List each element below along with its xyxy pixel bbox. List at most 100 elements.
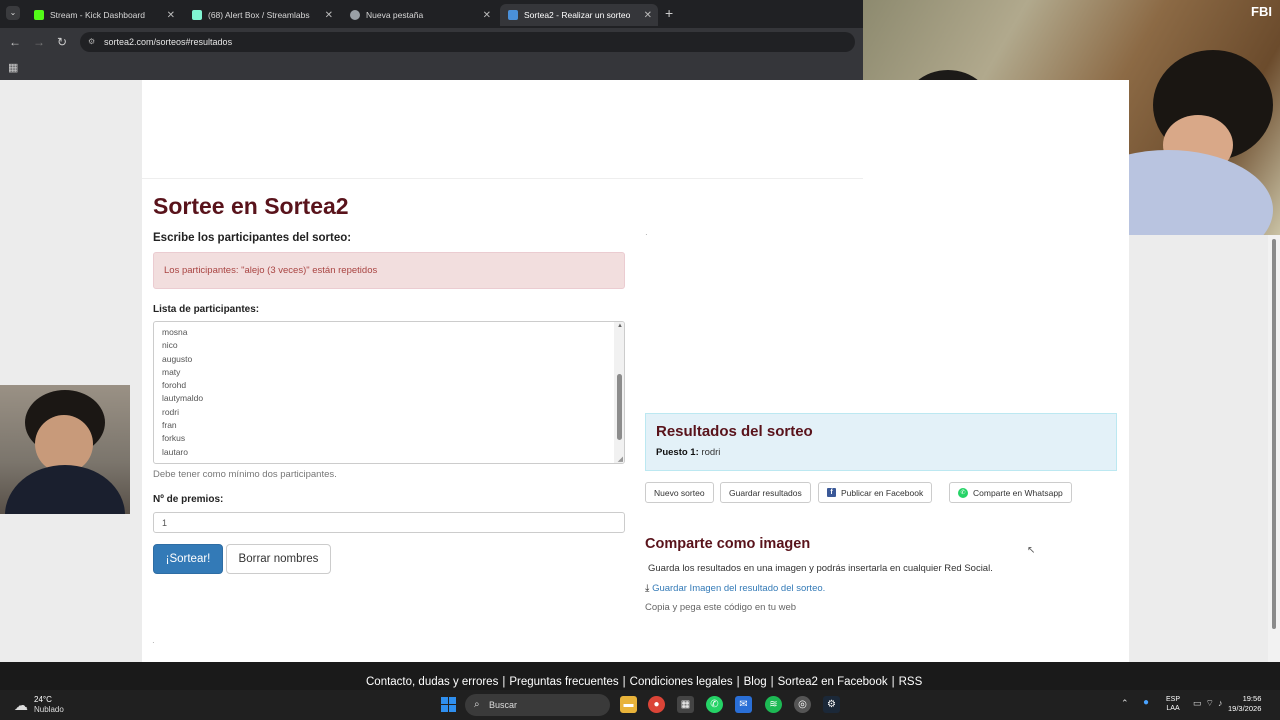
tab-sortea2[interactable]: Sortea2 - Realizar un sorteo ✕ bbox=[500, 4, 658, 26]
site-info-icon[interactable]: ⚙ bbox=[88, 32, 95, 52]
microphone-icon[interactable]: ● bbox=[1143, 697, 1149, 708]
file-explorer-icon[interactable]: ▬ bbox=[620, 696, 637, 713]
apps-icon[interactable]: ▦ bbox=[8, 61, 18, 74]
reload-icon[interactable]: ↻ bbox=[57, 35, 67, 49]
site-footer: Contacto, dudas y errores | Preguntas fre… bbox=[0, 662, 1280, 690]
participants-textarea[interactable]: mosna nico augusto maty forohd lautymald… bbox=[153, 321, 625, 464]
prizes-input[interactable]: 1 bbox=[153, 512, 625, 533]
save-image-link[interactable]: ⤓ Guardar Imagen del resultado del sorte… bbox=[645, 583, 825, 594]
obs-icon[interactable]: ◎ bbox=[794, 696, 811, 713]
close-icon[interactable]: ✕ bbox=[325, 10, 333, 21]
footer-link-faq[interactable]: Preguntas frecuentes bbox=[509, 676, 618, 688]
sortea2-icon bbox=[508, 10, 518, 20]
results-position-1: Puesto 1: rodri bbox=[656, 447, 720, 458]
weather-temperature[interactable]: 24°C bbox=[34, 695, 52, 704]
back-icon[interactable]: ← bbox=[9, 35, 21, 49]
ad-placeholder: · bbox=[152, 638, 155, 647]
tab-kick-dashboard[interactable]: Stream - Kick Dashboard ✕ bbox=[26, 4, 181, 26]
results-title: Resultados del sorteo bbox=[656, 423, 813, 440]
tab-new-tab[interactable]: Nueva pestaña ✕ bbox=[342, 4, 497, 26]
weather-description[interactable]: Nublado bbox=[34, 705, 64, 714]
windows-taskbar: ☁ 24°C Nublado ⌕ Buscar ▬ ● ▦ ✆ ✉ ≋ ◎ ⚙ … bbox=[0, 690, 1280, 720]
search-placeholder: Buscar bbox=[489, 700, 518, 710]
borrar-nombres-button[interactable]: Borrar nombres bbox=[226, 544, 331, 574]
scrollbar-thumb[interactable] bbox=[617, 374, 622, 440]
system-tray-icons[interactable]: ▭⌔♪ bbox=[1193, 698, 1226, 709]
footer-separator: | bbox=[736, 676, 740, 688]
clock-time: 19:56 bbox=[1242, 694, 1262, 703]
close-icon[interactable]: ✕ bbox=[167, 10, 175, 21]
weather-cloud-icon[interactable]: ☁ bbox=[14, 697, 28, 714]
sortear-button[interactable]: ¡Sortear! bbox=[153, 544, 223, 574]
system-clock[interactable]: 19:56 19/3/2026 bbox=[1228, 694, 1261, 714]
taskbar-search[interactable]: ⌕ Buscar bbox=[465, 694, 610, 716]
whatsapp-icon: ✆ bbox=[958, 487, 968, 498]
download-icon: ⤓ bbox=[645, 583, 650, 594]
participant-name: forohd bbox=[162, 380, 187, 391]
person-shirt bbox=[5, 465, 125, 514]
footer-links: Contacto, dudas y errores | Preguntas fre… bbox=[366, 676, 922, 688]
resize-handle-icon[interactable]: ◢ bbox=[618, 455, 623, 463]
nuevo-sorteo-button[interactable]: Nuevo sorteo bbox=[645, 482, 714, 503]
mail-icon[interactable]: ✉ bbox=[735, 696, 752, 713]
footer-link-rss[interactable]: RSS bbox=[899, 676, 923, 688]
participant-name: rodri bbox=[162, 406, 180, 417]
participant-name: nico bbox=[162, 340, 178, 351]
textarea-scrollbar[interactable]: ▲ bbox=[614, 322, 624, 463]
layout-code: LAA bbox=[1166, 705, 1180, 712]
button-label: Guardar resultados bbox=[729, 487, 802, 498]
participant-name: fran bbox=[162, 420, 177, 431]
position-label: Puesto 1: bbox=[656, 447, 699, 458]
participant-name: lautymaldo bbox=[162, 393, 204, 404]
clock-date: 19/3/2026 bbox=[1228, 704, 1262, 713]
keyboard-language[interactable]: ESP LAA bbox=[1166, 695, 1180, 713]
page-scrollbar-thumb[interactable] bbox=[1272, 239, 1276, 629]
tab-label: (68) Alert Box / Streamlabs bbox=[208, 10, 310, 20]
new-tab-icon[interactable]: + bbox=[665, 5, 673, 21]
footer-separator: | bbox=[502, 676, 506, 688]
start-menu-icon[interactable] bbox=[441, 697, 456, 712]
forward-icon[interactable]: → bbox=[33, 35, 45, 49]
close-icon[interactable]: ✕ bbox=[644, 10, 652, 21]
tab-streamlabs[interactable]: (68) Alert Box / Streamlabs ✕ bbox=[184, 4, 339, 26]
calculator-icon[interactable]: ▦ bbox=[677, 696, 694, 713]
share-image-heading: Comparte como imagen bbox=[645, 536, 811, 552]
footer-link-contacto[interactable]: Contacto, dudas y errores bbox=[366, 676, 498, 688]
whatsapp-icon[interactable]: ✆ bbox=[706, 696, 723, 713]
footer-link-legal[interactable]: Condiciones legales bbox=[630, 676, 733, 688]
guardar-resultados-button[interactable]: Guardar resultados bbox=[720, 482, 811, 503]
publicar-facebook-button[interactable]: f Publicar en Facebook bbox=[818, 482, 933, 503]
page-title: Sortee en Sortea2 bbox=[153, 193, 349, 219]
footer-link-facebook[interactable]: Sortea2 en Facebook bbox=[778, 676, 888, 688]
address-bar[interactable]: ⚙ sortea2.com/sorteos#resultados bbox=[80, 32, 855, 52]
participant-name: forkus bbox=[162, 433, 186, 444]
button-label: Comparte en Whatsapp bbox=[973, 487, 1063, 498]
close-icon[interactable]: ✕ bbox=[483, 10, 491, 21]
spotify-icon[interactable]: ≋ bbox=[765, 696, 782, 713]
language-code: ESP bbox=[1166, 696, 1181, 703]
participants-names: mosna nico augusto maty forohd lautymald… bbox=[162, 326, 203, 459]
ad-placeholder: · bbox=[645, 230, 648, 239]
tab-label: Nueva pestaña bbox=[366, 10, 424, 20]
steam-icon[interactable]: ⚙ bbox=[823, 696, 840, 713]
page-scrollbar[interactable] bbox=[1268, 235, 1280, 662]
ad-banner bbox=[142, 80, 863, 179]
participants-help-text: Debe tener como mínimo dos participantes… bbox=[153, 469, 337, 480]
participants-heading: Escribe los participantes del sorteo: bbox=[153, 232, 352, 244]
chrome-icon[interactable]: ● bbox=[648, 696, 665, 713]
participants-list-label: Lista de participantes: bbox=[153, 304, 260, 315]
tray-expand-icon[interactable]: ⌃ bbox=[1121, 698, 1129, 709]
scroll-up-icon[interactable]: ▲ bbox=[617, 323, 623, 329]
bookmarks-bar: ▦ bbox=[0, 56, 863, 80]
save-image-label: Guardar Imagen del resultado del sorteo. bbox=[652, 583, 826, 594]
compartir-whatsapp-button[interactable]: ✆ Comparte en Whatsapp bbox=[949, 482, 1072, 503]
tab-label: Stream - Kick Dashboard bbox=[50, 10, 145, 20]
share-image-description: Guarda los resultados en una imagen y po… bbox=[648, 563, 993, 574]
webcam-label: FBI bbox=[1251, 4, 1272, 19]
participant-name: lautaro bbox=[162, 446, 188, 457]
participant-name: augusto bbox=[162, 353, 193, 364]
footer-link-blog[interactable]: Blog bbox=[744, 676, 767, 688]
participant-name: maty bbox=[162, 366, 181, 377]
tab-search-icon[interactable]: ⌄ bbox=[6, 6, 20, 20]
chrome-icon bbox=[350, 10, 360, 20]
